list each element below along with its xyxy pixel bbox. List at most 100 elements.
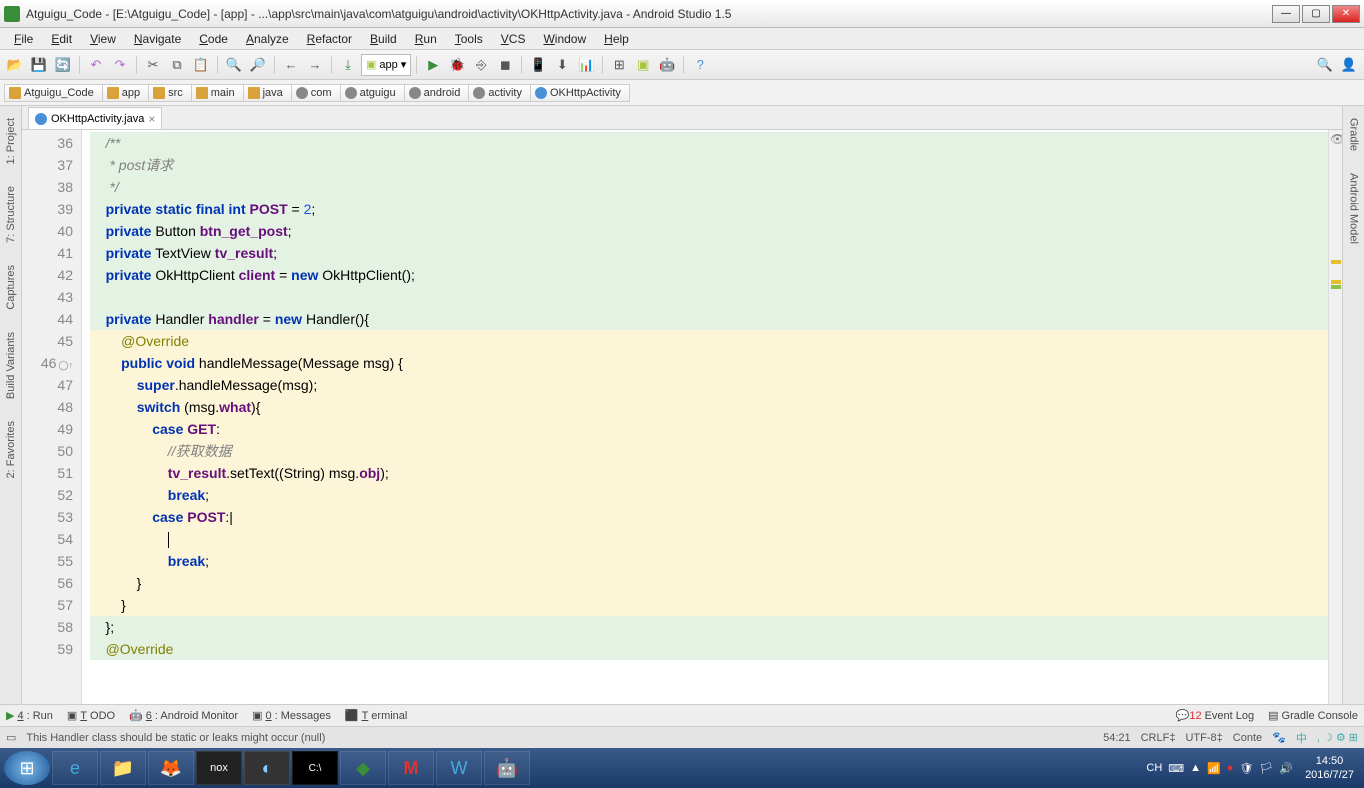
left-tab-project[interactable]: 1: Project bbox=[3, 112, 19, 170]
ime-icon[interactable]: 🐾 bbox=[1272, 731, 1286, 744]
monitor-icon[interactable]: 📊 bbox=[575, 54, 597, 76]
bottom-tab-todo[interactable]: ▣ TODO bbox=[67, 709, 115, 722]
back-icon[interactable]: ← bbox=[280, 54, 302, 76]
encoding[interactable]: UTF-8‡ bbox=[1185, 732, 1222, 744]
find-icon[interactable]: 🔍 bbox=[223, 54, 245, 76]
taskbar-app-icon[interactable]: ◐ bbox=[244, 751, 290, 785]
open-icon[interactable]: 📂 bbox=[4, 54, 26, 76]
menu-analyze[interactable]: Analyze bbox=[238, 30, 297, 48]
close-button[interactable]: ✕ bbox=[1332, 5, 1360, 23]
paste-icon[interactable]: 📋 bbox=[190, 54, 212, 76]
tray-action-icon[interactable]: 🏳 bbox=[1259, 762, 1273, 775]
menu-file[interactable]: File bbox=[6, 30, 41, 48]
tray-wifi-icon[interactable]: 📶 bbox=[1207, 762, 1221, 775]
code-line[interactable]: tv_result.setText((String) msg.obj); bbox=[90, 462, 1328, 484]
taskbar-androidstudio-icon[interactable]: ◆ bbox=[340, 751, 386, 785]
taskbar-cmd-icon[interactable]: C:\ bbox=[292, 751, 338, 785]
start-button[interactable]: ⊞ bbox=[4, 751, 50, 785]
breadcrumb-com[interactable]: com bbox=[291, 84, 341, 102]
code-line[interactable]: private OkHttpClient client = new OkHttp… bbox=[90, 264, 1328, 286]
line-number[interactable]: 48 bbox=[22, 396, 73, 418]
bottom-tab-run[interactable]: ▶ 4: Run bbox=[6, 709, 53, 722]
user-icon[interactable]: 👤 bbox=[1338, 54, 1360, 76]
sync-gradle-icon[interactable]: ▣ bbox=[632, 54, 654, 76]
menu-refactor[interactable]: Refactor bbox=[299, 30, 360, 48]
debug-icon[interactable]: 🐞 bbox=[446, 54, 468, 76]
taskbar-app-icon[interactable]: M bbox=[388, 751, 434, 785]
right-tab-gradle[interactable]: Gradle bbox=[1346, 112, 1362, 157]
taskbar-app-icon[interactable]: W bbox=[436, 751, 482, 785]
taskbar-firefox-icon[interactable]: 🦊 bbox=[148, 751, 194, 785]
line-number[interactable]: 47 bbox=[22, 374, 73, 396]
left-tab-structure[interactable]: 7: Structure bbox=[3, 180, 19, 249]
minimize-button[interactable]: — bbox=[1272, 5, 1300, 23]
android-icon[interactable]: 🤖 bbox=[656, 54, 678, 76]
line-number[interactable]: 54 bbox=[22, 528, 73, 550]
taskbar-nox-icon[interactable]: nox bbox=[196, 751, 242, 785]
line-number[interactable]: 36 bbox=[22, 132, 73, 154]
left-tab-favorites[interactable]: 2: Favorites bbox=[3, 415, 19, 484]
tray-rec-icon[interactable]: ● bbox=[1227, 762, 1234, 774]
line-number[interactable]: 37 bbox=[22, 154, 73, 176]
code-line[interactable]: } bbox=[90, 594, 1328, 616]
left-tab-buildvariants[interactable]: Build Variants bbox=[3, 326, 19, 405]
line-number[interactable]: 57 bbox=[22, 594, 73, 616]
forward-icon[interactable]: → bbox=[304, 54, 326, 76]
line-number[interactable]: 42 bbox=[22, 264, 73, 286]
code-line[interactable]: /** bbox=[90, 132, 1328, 154]
code-line[interactable]: break; bbox=[90, 484, 1328, 506]
line-number[interactable]: 58 bbox=[22, 616, 73, 638]
left-tab-captures[interactable]: Captures bbox=[3, 259, 19, 316]
menu-build[interactable]: Build bbox=[362, 30, 405, 48]
bottom-tab-androidmonitor[interactable]: 🤖 6: Android Monitor bbox=[129, 709, 238, 722]
cut-icon[interactable]: ✂ bbox=[142, 54, 164, 76]
line-number[interactable]: 44 bbox=[22, 308, 73, 330]
event-log-tab[interactable]: 💬12 Event Log bbox=[1176, 709, 1254, 722]
line-number[interactable]: 43 bbox=[22, 286, 73, 308]
inspection-eye-icon[interactable]: 👁 bbox=[1330, 132, 1342, 146]
sync-icon[interactable]: 🔄 bbox=[52, 54, 74, 76]
save-icon[interactable]: 💾 bbox=[28, 54, 50, 76]
attach-icon[interactable]: ⎆ bbox=[470, 54, 492, 76]
sdk-icon[interactable]: ⬇ bbox=[551, 54, 573, 76]
code-line[interactable] bbox=[90, 528, 1328, 550]
run-icon[interactable]: ▶ bbox=[422, 54, 444, 76]
taskbar-android-icon[interactable]: 🤖 bbox=[484, 751, 530, 785]
code-line[interactable]: case POST:| bbox=[90, 506, 1328, 528]
line-number[interactable]: 53 bbox=[22, 506, 73, 528]
line-number[interactable]: 52 bbox=[22, 484, 73, 506]
code-line[interactable]: break; bbox=[90, 550, 1328, 572]
code-line[interactable]: case GET: bbox=[90, 418, 1328, 440]
line-number[interactable]: 55 bbox=[22, 550, 73, 572]
code-line[interactable]: public void handleMessage(Message msg) { bbox=[90, 352, 1328, 374]
code-line[interactable]: switch (msg.what){ bbox=[90, 396, 1328, 418]
code-line[interactable]: */ bbox=[90, 176, 1328, 198]
breadcrumb-app[interactable]: app bbox=[102, 84, 149, 102]
structure-icon[interactable]: ⊞ bbox=[608, 54, 630, 76]
line-number[interactable]: 38 bbox=[22, 176, 73, 198]
error-stripe[interactable]: 👁 bbox=[1328, 130, 1342, 704]
file-tab[interactable]: OKHttpActivity.java × bbox=[28, 107, 162, 129]
help-icon[interactable]: ? bbox=[689, 54, 711, 76]
taskbar-explorer-icon[interactable]: 📁 bbox=[100, 751, 146, 785]
breadcrumb-src[interactable]: src bbox=[148, 84, 192, 102]
close-tab-icon[interactable]: × bbox=[148, 112, 155, 126]
ime-lang[interactable]: 中 bbox=[1296, 730, 1307, 746]
tray-shield-icon[interactable]: 🛡 bbox=[1239, 762, 1253, 775]
menu-run[interactable]: Run bbox=[407, 30, 445, 48]
system-tray[interactable]: CH ⌨ ▲ 📶 ● 🛡 🏳 🔊 14:50 2016/7/27 bbox=[1146, 754, 1360, 782]
code-line[interactable]: super.handleMessage(msg); bbox=[90, 374, 1328, 396]
caret-position[interactable]: 54:21 bbox=[1103, 732, 1131, 744]
warning-mark[interactable] bbox=[1331, 260, 1341, 264]
code-text[interactable]: /** * post请求 */ private static final int… bbox=[82, 130, 1328, 704]
line-number[interactable]: 40 bbox=[22, 220, 73, 242]
breadcrumb-okhttpactivity[interactable]: OKHttpActivity bbox=[530, 84, 630, 102]
breadcrumb-atguigu[interactable]: atguigu bbox=[340, 84, 405, 102]
right-tab-androidmodel[interactable]: Android Model bbox=[1346, 167, 1362, 250]
redo-icon[interactable]: ↷ bbox=[109, 54, 131, 76]
line-number[interactable]: 49 bbox=[22, 418, 73, 440]
replace-icon[interactable]: 🔎 bbox=[247, 54, 269, 76]
breadcrumb-atguigu_code[interactable]: Atguigu_Code bbox=[4, 84, 103, 102]
gradle-console-tab[interactable]: ▤ Gradle Console bbox=[1268, 709, 1358, 722]
code-line[interactable]: private Handler handler = new Handler(){ bbox=[90, 308, 1328, 330]
